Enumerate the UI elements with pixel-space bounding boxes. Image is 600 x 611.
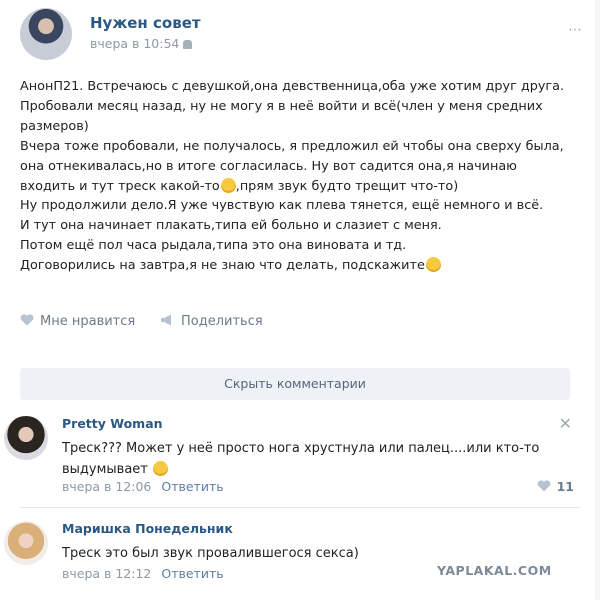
comment-like-count: 11 (556, 479, 574, 494)
close-icon[interactable]: ✕ (559, 414, 572, 433)
reply-button[interactable]: Ответить (161, 479, 223, 494)
post-line: Пробовали месяц назад, ну не могу я в не… (20, 98, 543, 114)
comment-item: Pretty Woman ✕ Треск??? Может у неё прос… (0, 414, 600, 506)
comment-meta: вчера в 12:06 Ответить (62, 479, 224, 494)
share-label: Поделиться (181, 314, 263, 329)
comment-time[interactable]: вчера в 12:06 (62, 479, 151, 494)
laughing-emoji-icon (220, 177, 236, 193)
heart-icon (20, 314, 34, 326)
commenter-avatar[interactable] (4, 416, 48, 460)
comment-divider (20, 507, 580, 508)
commenter-name[interactable]: Маришка Понедельник (62, 521, 233, 536)
commenter-name[interactable]: Pretty Woman (62, 416, 163, 431)
hide-comments-button[interactable]: Скрыть комментарии (20, 368, 570, 400)
more-options-icon[interactable]: ⋯ (568, 22, 582, 38)
watermark: YAPLAKAL.COM (437, 563, 552, 578)
comment-time[interactable]: вчера в 12:12 (62, 566, 151, 581)
post-line: она отнекивалась,но в итоге согласилась.… (20, 158, 517, 174)
megaphone-icon (161, 314, 171, 326)
post-header: Нужен совет вчера в 10:54 ⋯ (18, 6, 588, 62)
scrollbar[interactable] (595, 0, 600, 600)
author-avatar[interactable] (20, 8, 72, 60)
post-line: АнонП21. Встречаюсь с девушкой,она девст… (20, 79, 565, 94)
like-button[interactable]: Мне нравится (20, 314, 135, 329)
reply-button[interactable]: Ответить (161, 566, 223, 581)
post-line: Потом ещё пол часа рыдала,типа это она в… (20, 238, 407, 254)
post-line: Ну продолжили дело.Я уже чувствую как пл… (20, 198, 544, 214)
comment-text-part: выдумывает (62, 462, 148, 477)
post-line-part: Договорились на завтра,я не знаю что дел… (20, 258, 425, 274)
post-title[interactable]: Нужен совет (90, 14, 201, 32)
blushing-emoji-icon (425, 257, 441, 273)
post-time-text[interactable]: вчера в 10:54 (90, 36, 179, 51)
post-line: И тут она начинает плакать,типа ей больн… (20, 218, 442, 234)
share-button[interactable]: Поделиться (160, 314, 263, 329)
post-time[interactable]: вчера в 10:54 (90, 36, 193, 51)
like-label: Мне нравится (40, 314, 136, 329)
laughing-emoji-icon (153, 461, 169, 476)
commenter-avatar[interactable] (4, 521, 48, 565)
comment-like-button[interactable]: 11 (537, 479, 574, 494)
comment-text: Треск??? Может у неё просто нога хрустну… (62, 438, 562, 480)
comment-text: Треск это был звук провалившегося секса) (62, 543, 562, 564)
post-text: АнонП21. Встречаюсь с девушкой,она девст… (20, 77, 580, 276)
post-line: размеров) (20, 118, 89, 134)
post-line: входить и тут треск какой-то ,прям звук б… (20, 177, 580, 197)
post-line-part: ,прям звук будто трещит что-то) (235, 178, 459, 194)
post-line: Вчера тоже пробовали, не получалось, я п… (20, 138, 564, 154)
comment-text-line: Треск??? Может у неё просто нога хрустну… (62, 441, 540, 456)
post-line-part: входить и тут треск какой-то (20, 178, 220, 194)
android-icon (183, 40, 193, 49)
comment-text-line: выдумывает (62, 459, 562, 480)
comment-meta: вчера в 12:12 Ответить (62, 566, 224, 581)
post-line: Договорились на завтра,я не знаю что дел… (20, 256, 580, 276)
comment-text-line: Треск это был звук провалившегося секса) (62, 546, 359, 561)
heart-icon (537, 480, 550, 492)
